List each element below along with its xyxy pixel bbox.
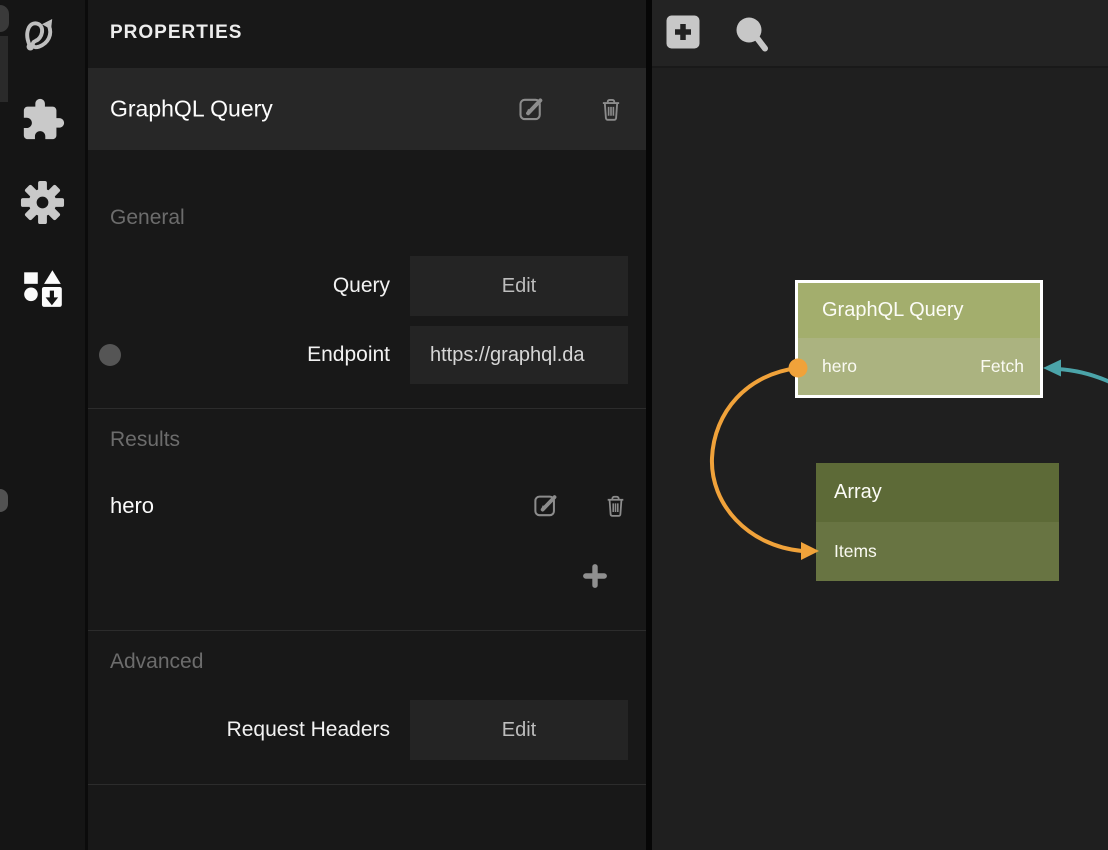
wire-to-fetch[interactable] (1057, 369, 1108, 382)
request-headers-edit-button[interactable]: Edit (410, 700, 628, 760)
gear-icon (19, 179, 66, 231)
add-result-button[interactable] (580, 563, 610, 593)
section-label-advanced: Advanced (110, 650, 203, 674)
section-label-results: Results (110, 428, 180, 452)
sidebar-item-settings[interactable] (19, 181, 67, 229)
endpoint-input[interactable]: https://graphql.da (410, 326, 628, 384)
canvas-toolbar (652, 0, 1108, 68)
pencil-square-icon (532, 491, 559, 523)
selected-node-name: GraphQL Query (110, 96, 273, 123)
node-graph-icon (20, 11, 66, 62)
add-node-icon (666, 36, 700, 53)
pencil-square-icon (517, 94, 545, 127)
request-headers-label: Request Headers (110, 718, 390, 742)
result-name: hero (110, 493, 154, 519)
edit-result-button[interactable] (530, 492, 560, 522)
canvas-node-array[interactable]: Array Items (816, 463, 1059, 581)
section-divider (88, 408, 646, 409)
add-node-button[interactable] (666, 15, 700, 51)
search-button[interactable] (734, 15, 768, 51)
selected-node-header-row: GraphQL Query (88, 68, 646, 150)
endpoint-label: Endpoint (110, 343, 390, 367)
node-header: GraphQL Query (798, 283, 1040, 338)
node-port-row: Items (816, 522, 1059, 581)
trash-icon (603, 493, 628, 523)
panel-resize-handle[interactable] (0, 489, 8, 512)
delete-node-button[interactable] (596, 96, 626, 126)
properties-panel: PROPERTIES GraphQL Query (88, 0, 646, 850)
sidebar-item-components[interactable] (19, 98, 67, 146)
components-export-icon (20, 265, 66, 316)
node-canvas[interactable]: GraphQL Query hero Fetch Array Items (652, 0, 1108, 850)
search-icon (734, 42, 768, 59)
node-header: Array (816, 463, 1059, 522)
port-items[interactable]: Items (834, 541, 877, 562)
rename-node-button[interactable] (516, 95, 546, 125)
puzzle-icon (20, 97, 66, 148)
section-divider (88, 630, 646, 631)
trash-icon (598, 96, 624, 127)
plus-icon (582, 563, 608, 594)
node-port-row: hero Fetch (798, 338, 1040, 395)
node-title: GraphQL Query (822, 299, 964, 322)
port-fetch[interactable]: Fetch (980, 356, 1024, 377)
panel-title: PROPERTIES (110, 22, 242, 44)
sidebar (0, 0, 88, 850)
connection-wires (652, 0, 1108, 850)
wire-hero-to-items[interactable] (712, 368, 802, 551)
sidebar-item-node-graph[interactable] (19, 12, 67, 60)
edge-artifact-circle (0, 5, 9, 32)
canvas-node-graphql-query[interactable]: GraphQL Query hero Fetch (795, 280, 1043, 398)
section-divider (88, 784, 646, 785)
port-hero[interactable]: hero (822, 356, 857, 377)
query-label: Query (110, 274, 390, 298)
wire-arrowhead-fetch (1043, 360, 1061, 377)
edge-artifact-rect (0, 36, 8, 102)
query-edit-button[interactable]: Edit (410, 256, 628, 316)
sidebar-item-import-export[interactable] (19, 266, 67, 314)
delete-result-button[interactable] (600, 493, 630, 523)
app-root: PROPERTIES GraphQL Query (0, 0, 1108, 850)
node-title: Array (834, 481, 882, 504)
section-label-general: General (110, 206, 185, 230)
